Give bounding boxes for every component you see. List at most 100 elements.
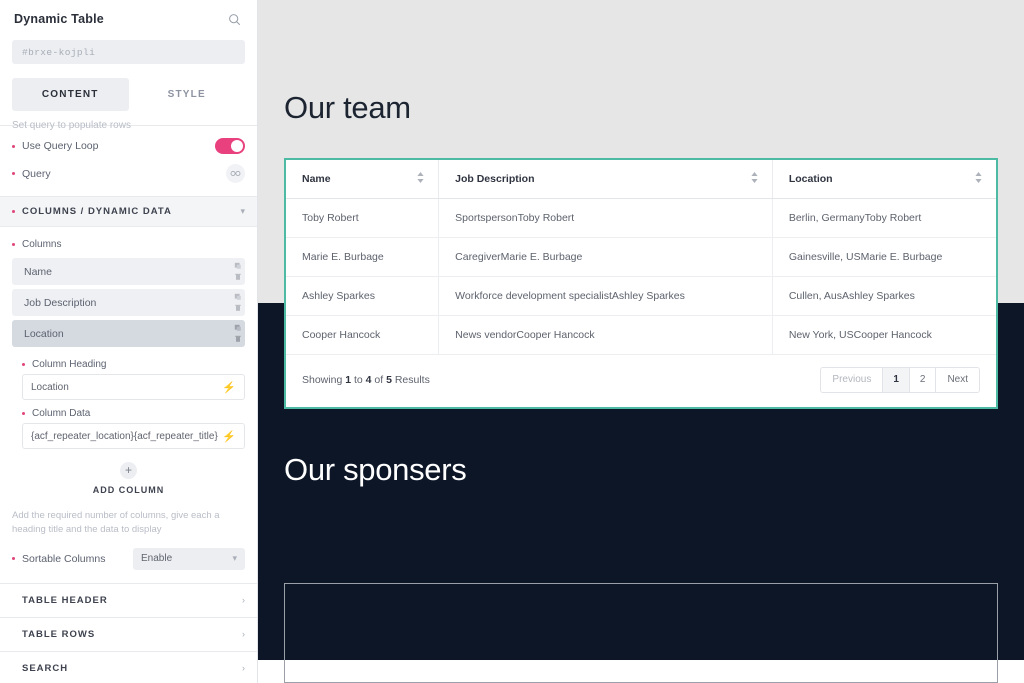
duplicate-icon[interactable] [234, 324, 242, 332]
column-header-job-description[interactable]: Job Description [439, 160, 773, 199]
column-item-label: Location [12, 328, 64, 340]
accordion-title-wrap: TABLE ROWS [12, 629, 95, 640]
changed-dot [12, 667, 15, 670]
pagination-next[interactable]: Next [936, 368, 979, 392]
column-heading-input[interactable]: Location ⚡ [22, 374, 245, 400]
builder-sidebar: Dynamic Table #brxe-kojpli CONTENT STYLE… [0, 0, 258, 683]
columns-note: Add the required number of columns, give… [0, 499, 257, 540]
accordion-search[interactable]: SEARCH › [0, 651, 257, 683]
pagination-page-2[interactable]: 2 [910, 368, 937, 392]
sort-icon[interactable] [417, 172, 424, 186]
toggle-knob [231, 140, 243, 152]
app-root: Dynamic Table #brxe-kojpli CONTENT STYLE… [0, 0, 1024, 683]
query-row: Query [0, 159, 257, 188]
query-hint: Set query to populate rows [0, 110, 257, 133]
column-item-job-description[interactable]: Job Description [12, 289, 245, 316]
cell-location: New York, USCooper Hancock [772, 316, 996, 355]
cell-location: Berlin, GermanyToby Robert [772, 199, 996, 238]
column-data-input[interactable]: {acf_repeater_location}{acf_repeater_tit… [22, 423, 245, 449]
delete-icon[interactable] [234, 335, 242, 343]
dynamic-table-element[interactable]: Name Job Description Locat [284, 158, 998, 409]
empty-placeholder-block[interactable] [284, 583, 998, 683]
sortable-columns-row: Sortable Columns Enable ▾ [0, 540, 257, 575]
heading-our-sponsors: Our sponsers [284, 452, 466, 488]
pagination-previous[interactable]: Previous [821, 368, 883, 392]
column-heading-label-wrap: Column Heading [0, 351, 257, 374]
use-query-loop-label-wrap: Use Query Loop [12, 140, 98, 152]
changed-dot [12, 557, 15, 560]
column-header-location[interactable]: Location [772, 160, 996, 199]
column-header-label: Job Description [455, 173, 534, 185]
table-body: Toby Robert SportspersonToby Robert Berl… [286, 199, 996, 355]
use-query-loop-label: Use Query Loop [22, 140, 98, 152]
link-icon[interactable] [226, 164, 245, 183]
cell-name: Toby Robert [286, 199, 439, 238]
results-mid-2: of [371, 374, 386, 386]
query-label: Query [22, 168, 51, 180]
column-item-location[interactable]: Location [12, 320, 245, 347]
add-column-label: ADD COLUMN [0, 485, 257, 495]
sortable-label-wrap: Sortable Columns [12, 553, 105, 565]
changed-dot [12, 210, 15, 213]
column-item-label: Name [12, 266, 52, 278]
page-title: Dynamic Table [14, 12, 104, 26]
lightning-icon[interactable]: ⚡ [222, 430, 236, 443]
table-footer: Showing 1 to 4 of 5 Results Previous 1 2… [286, 355, 996, 407]
chevron-down-icon: ▾ [240, 206, 245, 217]
table-header-row: Name Job Description Locat [286, 160, 996, 199]
table-row: Ashley Sparkes Workforce development spe… [286, 277, 996, 316]
table-row: Cooper Hancock News vendorCooper Hancock… [286, 316, 996, 355]
results-suffix: Results [392, 374, 430, 386]
sort-icon[interactable] [975, 172, 982, 186]
changed-dot [12, 599, 15, 602]
preview-canvas: Our team Our sponsers Name Job Descripti… [258, 0, 1024, 683]
cell-name: Ashley Sparkes [286, 277, 439, 316]
accordion-label: TABLE HEADER [22, 595, 108, 606]
column-item-name[interactable]: Name [12, 258, 245, 285]
sidebar-header: Dynamic Table [0, 0, 257, 38]
sortable-columns-select[interactable]: Enable ▾ [133, 548, 245, 570]
tab-style[interactable]: STYLE [129, 78, 246, 111]
column-item-actions [231, 258, 245, 285]
use-query-loop-toggle[interactable] [215, 138, 245, 154]
results-prefix: Showing [302, 374, 345, 386]
changed-dot [12, 633, 15, 636]
columns-label: Columns [22, 239, 61, 250]
add-column-button[interactable]: + ADD COLUMN [0, 449, 257, 499]
sortable-columns-label: Sortable Columns [22, 553, 105, 565]
pagination-page-1[interactable]: 1 [883, 368, 910, 392]
column-header-label: Name [302, 173, 331, 185]
column-data-label-wrap: Column Data [0, 400, 257, 423]
column-data-value: {acf_repeater_location}{acf_repeater_tit… [31, 431, 218, 442]
delete-icon[interactable] [234, 304, 242, 312]
use-query-loop-row: Use Query Loop [0, 133, 257, 159]
delete-icon[interactable] [234, 273, 242, 281]
chevron-right-icon: › [242, 663, 245, 673]
changed-dot [22, 363, 25, 366]
cell-location: Cullen, AusAshley Sparkes [772, 277, 996, 316]
lightning-icon[interactable]: ⚡ [222, 381, 236, 394]
duplicate-icon[interactable] [234, 262, 242, 270]
sort-icon[interactable] [751, 172, 758, 186]
columns-block: Columns Name Job Description [0, 227, 257, 575]
column-data-label: Column Data [32, 408, 90, 419]
tab-content[interactable]: CONTENT [12, 78, 129, 111]
search-icon[interactable] [225, 10, 243, 28]
chevron-down-icon: ▾ [232, 553, 237, 564]
cell-job-description: CaregiverMarie E. Burbage [439, 238, 773, 277]
accordion-table-header[interactable]: TABLE HEADER › [0, 583, 257, 617]
section-columns-dynamic-data[interactable]: COLUMNS / DYNAMIC DATA ▾ [0, 196, 257, 227]
accordion-table-rows[interactable]: TABLE ROWS › [0, 617, 257, 651]
duplicate-icon[interactable] [234, 293, 242, 301]
accordion-label: TABLE ROWS [22, 629, 95, 640]
column-item-actions [231, 320, 245, 347]
changed-dot [22, 412, 25, 415]
cell-location: Gainesville, USMarie E. Burbage [772, 238, 996, 277]
column-header-name[interactable]: Name [286, 160, 439, 199]
cell-job-description: Workforce development specialistAshley S… [439, 277, 773, 316]
column-item-label: Job Description [12, 297, 96, 309]
section-title-wrap: COLUMNS / DYNAMIC DATA [12, 206, 172, 217]
element-id-field[interactable]: #brxe-kojpli [12, 40, 245, 64]
plus-icon: + [120, 462, 137, 479]
chevron-right-icon: › [242, 595, 245, 605]
